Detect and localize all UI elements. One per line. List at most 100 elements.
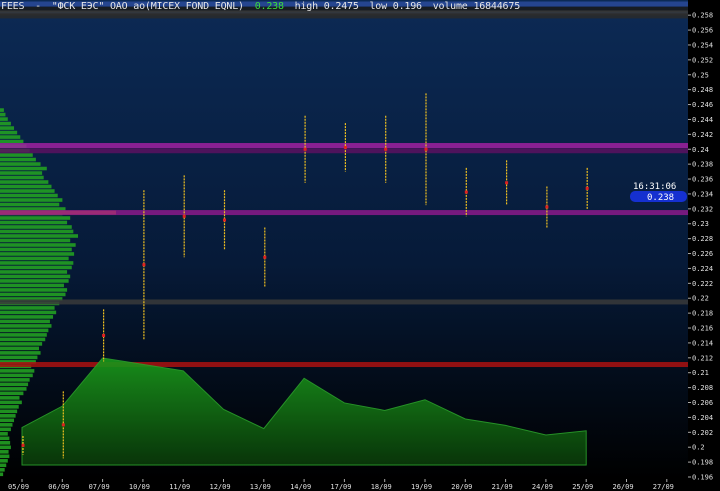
profile-bar (0, 279, 69, 283)
trade-marker (182, 214, 186, 218)
profile-bar (0, 445, 11, 450)
profile-bar (0, 463, 7, 468)
profile-bar (0, 391, 24, 396)
profile-bar (0, 450, 9, 454)
x-tick-label: 20/09 (451, 483, 472, 491)
y-tick-label: 0.254 (692, 41, 713, 49)
profile-bar (0, 328, 49, 333)
profile-bar (0, 234, 78, 238)
profile-bar (0, 175, 44, 180)
cursor-time: 16:31:06 (633, 182, 676, 192)
y-tick-label: 0.214 (692, 339, 713, 347)
y-tick-label: 0.25 (692, 71, 709, 79)
profile-bar (0, 108, 4, 112)
profile-bar (0, 216, 71, 220)
y-tick-label: 0.216 (692, 325, 713, 333)
y-tick-label: 0.23 (692, 220, 709, 228)
profile-bar (0, 405, 19, 409)
x-tick-label: 24/09 (532, 483, 553, 491)
profile-bar (0, 180, 49, 184)
profile-bar (0, 333, 47, 337)
y-tick-label: 0.202 (692, 429, 713, 437)
profile-bar (0, 166, 47, 171)
y-tick-label: 0.256 (692, 27, 713, 35)
y-tick-label: 0.208 (692, 384, 713, 392)
profile-bar (0, 342, 43, 346)
current-price-value: 0.238 (647, 193, 674, 203)
trade-marker (505, 181, 509, 185)
price-level-line (0, 299, 688, 305)
profile-bar (0, 171, 43, 175)
trade-marker (424, 147, 428, 151)
profile-bar (0, 229, 74, 234)
profile-bar (0, 270, 68, 274)
y-tick-label: 0.222 (692, 280, 713, 288)
price-level-line (0, 148, 688, 154)
x-tick-label: 12/09 (210, 483, 231, 491)
x-tick-label: 11/09 (169, 483, 190, 491)
profile-bar (0, 112, 6, 117)
profile-bar (0, 468, 5, 472)
trade-marker (61, 423, 65, 427)
y-tick-label: 0.232 (692, 205, 713, 213)
x-tick-label: 27/09 (653, 483, 674, 491)
trade-marker (21, 443, 25, 447)
profile-bar (0, 243, 76, 247)
profile-bar (0, 432, 8, 436)
x-tick-label: 26/09 (613, 483, 634, 491)
profile-bar (0, 306, 55, 310)
profile-bar (0, 310, 57, 315)
profile-bar (0, 436, 10, 441)
profile-bar (0, 378, 30, 382)
y-tick-label: 0.196 (692, 474, 713, 482)
profile-bar (0, 198, 63, 202)
trade-marker (223, 218, 226, 222)
y-tick-label: 0.246 (692, 101, 713, 109)
y-tick-label: 0.236 (692, 176, 713, 184)
trade-marker (384, 147, 388, 151)
trade-marker (585, 186, 589, 190)
y-tick-label: 0.224 (692, 265, 713, 273)
trade-marker (464, 190, 468, 194)
profile-bar (0, 247, 72, 252)
last-price: 0.238 (254, 1, 284, 12)
profile-bar (0, 162, 41, 166)
profile-bar (0, 441, 11, 445)
profile-bar (0, 324, 52, 328)
profile-bar (0, 283, 64, 288)
x-tick-label: 05/09 (8, 483, 29, 491)
profile-bar (0, 130, 18, 135)
profile-bar (0, 202, 60, 207)
profile-bar (0, 225, 72, 229)
y-tick-label: 0.206 (692, 399, 713, 407)
x-tick-label: 21/09 (492, 483, 513, 491)
profile-bar (0, 292, 66, 297)
x-tick-label: 14/09 (290, 483, 311, 491)
profile-bar (0, 418, 15, 423)
profile-bar (0, 274, 71, 279)
trade-marker (142, 263, 146, 267)
x-tick-label: 13/09 (250, 483, 271, 491)
y-tick-label: 0.198 (692, 459, 713, 467)
price-chart[interactable]: 0.196 0.198 0.2 0.202 0.204 0.206 0.208 0.21 0.2… (0, 0, 720, 491)
profile-bar (0, 319, 50, 324)
x-tick-label: 17/09 (330, 483, 351, 491)
y-tick-label: 0.21 (692, 369, 709, 377)
trade-marker (343, 145, 347, 149)
y-tick-label: 0.242 (692, 131, 713, 139)
date-axis: 05/09 06/09 07/09 10/09 11/09 12/09 13/09 14/09… (0, 479, 688, 491)
profile-bar (0, 238, 71, 243)
y-tick-label: 0.244 (692, 116, 713, 124)
y-tick-label: 0.228 (692, 235, 713, 243)
high-price: high 0.2475 (294, 1, 359, 12)
low-price: low 0.196 (369, 1, 422, 12)
profile-bar (0, 373, 33, 378)
x-tick-label: 19/09 (411, 483, 432, 491)
y-tick-label: 0.24 (692, 146, 709, 154)
profile-bar (0, 387, 27, 391)
profile-bar (0, 414, 16, 418)
instrument-name: "ФСК ЕЭС" ОАО ао(MICEX FOND EQNL) (51, 1, 244, 12)
price-axis: 0.196 0.198 0.2 0.202 0.204 0.206 0.208 0.21 0.2… (688, 0, 720, 491)
ticker-symbol: FEES (1, 1, 25, 12)
profile-bar (0, 355, 38, 360)
